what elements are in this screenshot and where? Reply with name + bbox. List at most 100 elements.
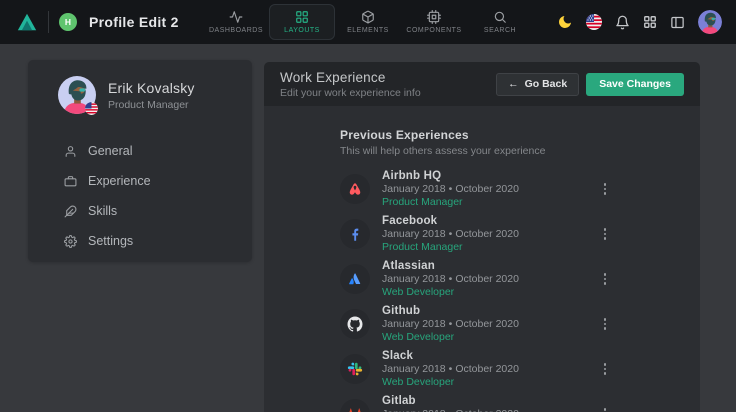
sidebar-item-general[interactable]: General — [28, 136, 252, 166]
app-window: H Profile Edit 2 DASHBOARDS LAYOUTS ELEM… — [0, 0, 736, 412]
end-date: October 2020 — [455, 363, 519, 375]
box-icon — [361, 10, 375, 24]
company-name: Slack — [382, 350, 600, 362]
experience-item-gitlab: Gitlab January 2018•October 2020 Web Dev… — [340, 395, 610, 412]
panel-actions: ← Go Back Save Changes — [496, 73, 684, 96]
sidebar-item-experience[interactable]: Experience — [28, 166, 252, 196]
nav-item-layouts[interactable]: LAYOUTS — [269, 4, 335, 40]
moon-icon — [557, 14, 573, 30]
experience-item-atlassian: Atlassian January 2018•October 2020 Web … — [340, 260, 610, 298]
experience-item-slack: Slack January 2018•October 2020 Web Deve… — [340, 350, 610, 388]
us-flag-icon — [85, 102, 98, 115]
start-date: January 2018 — [382, 183, 446, 195]
cpu-icon — [427, 10, 441, 24]
grid-icon — [295, 10, 309, 24]
experience-item-facebook: Facebook January 2018•October 2020 Produ… — [340, 215, 610, 253]
nav-label: SEARCH — [484, 27, 516, 34]
page-title: Profile Edit 2 — [89, 14, 179, 30]
avatar-illustration — [698, 10, 722, 34]
go-back-label: Go Back — [525, 78, 568, 90]
navbar: H Profile Edit 2 DASHBOARDS LAYOUTS ELEM… — [0, 0, 736, 44]
panel-body: Previous Experiences This will help othe… — [264, 106, 700, 412]
work-experience-panel: Work Experience Edit your work experienc… — [264, 62, 700, 412]
start-date: January 2018 — [382, 318, 446, 330]
experience-options-button[interactable] — [600, 314, 611, 334]
navbar-left: H Profile Edit 2 — [0, 11, 179, 33]
sidebar-toggle-icon — [670, 15, 685, 30]
date-separator: • — [449, 318, 453, 330]
panel-title: Work Experience — [280, 70, 421, 85]
experience-item-github: Github January 2018•October 2020 Web Dev… — [340, 305, 610, 343]
main-nav: DASHBOARDS LAYOUTS ELEMENTS COMPONENTS S… — [203, 0, 533, 44]
gear-icon — [64, 235, 77, 248]
experience-dates: January 2018•October 2020 — [382, 363, 600, 375]
theme-toggle-button[interactable] — [557, 14, 573, 30]
date-separator: • — [449, 183, 453, 195]
sidebar-item-skills[interactable]: Skills — [28, 196, 252, 226]
go-back-button[interactable]: ← Go Back — [496, 73, 579, 96]
github-logo — [340, 309, 370, 339]
sidebar-toggle-button[interactable] — [670, 15, 685, 30]
notifications-button[interactable] — [615, 15, 630, 30]
section-subtitle: This will help others assess your experi… — [340, 145, 700, 157]
experience-dates: January 2018•October 2020 — [382, 318, 600, 330]
language-flag-button[interactable] — [586, 14, 602, 30]
airbnb-logo — [340, 174, 370, 204]
brand-logo[interactable] — [16, 11, 38, 33]
end-date: October 2020 — [455, 408, 519, 412]
end-date: October 2020 — [455, 273, 519, 285]
bell-icon — [615, 15, 630, 30]
search-icon — [493, 10, 507, 24]
nav-item-elements[interactable]: ELEMENTS — [335, 2, 401, 42]
user-icon — [64, 145, 77, 158]
nav-item-components[interactable]: COMPONENTS — [401, 2, 467, 42]
feather-icon — [64, 205, 77, 218]
company-name: Airbnb HQ — [382, 170, 600, 182]
nav-label: LAYOUTS — [284, 27, 320, 34]
sidebar-item-settings[interactable]: Settings — [28, 226, 252, 256]
apps-grid-icon — [643, 15, 657, 29]
date-separator: • — [449, 363, 453, 375]
start-date: January 2018 — [382, 228, 446, 240]
sidebar-item-label: Experience — [88, 174, 151, 188]
nav-label: ELEMENTS — [347, 27, 389, 34]
nationality-flag-badge — [85, 102, 98, 115]
start-date: January 2018 — [382, 408, 446, 412]
experience-list: Airbnb HQ January 2018•October 2020 Prod… — [340, 170, 610, 412]
profile-name: Erik Kovalsky — [108, 80, 195, 96]
page-letter-badge: H — [59, 13, 77, 31]
apps-menu-button[interactable] — [643, 15, 657, 29]
arrow-left-icon: ← — [508, 78, 519, 90]
company-name: Atlassian — [382, 260, 600, 272]
experience-options-button[interactable] — [600, 404, 611, 412]
experience-options-button[interactable] — [600, 224, 611, 244]
company-name: Facebook — [382, 215, 600, 227]
experience-options-button[interactable] — [600, 179, 611, 199]
profile-sidebar: Erik Kovalsky Product Manager General Ex… — [28, 60, 252, 262]
panel-subtitle: Edit your work experience info — [280, 87, 421, 99]
sidebar-item-label: General — [88, 144, 132, 158]
experience-role: Web Developer — [382, 331, 600, 343]
panel-header-titles: Work Experience Edit your work experienc… — [280, 70, 421, 99]
experience-options-button[interactable] — [600, 359, 611, 379]
facebook-logo — [340, 219, 370, 249]
save-changes-button[interactable]: Save Changes — [586, 73, 684, 96]
nav-label: COMPONENTS — [406, 27, 461, 34]
navbar-right — [557, 0, 736, 44]
experience-item-airbnb: Airbnb HQ January 2018•October 2020 Prod… — [340, 170, 610, 208]
nav-item-search[interactable]: SEARCH — [467, 2, 533, 42]
panel-header: Work Experience Edit your work experienc… — [264, 62, 700, 106]
divider — [48, 11, 49, 33]
end-date: October 2020 — [455, 183, 519, 195]
experience-role: Product Manager — [382, 196, 600, 208]
nav-item-dashboards[interactable]: DASHBOARDS — [203, 2, 269, 42]
sidebar-item-label: Skills — [88, 204, 117, 218]
user-avatar[interactable] — [698, 10, 722, 34]
triangle-logo-icon — [16, 11, 38, 33]
experience-role: Web Developer — [382, 286, 600, 298]
experience-dates: January 2018•October 2020 — [382, 183, 600, 195]
date-separator: • — [449, 228, 453, 240]
experience-options-button[interactable] — [600, 269, 611, 289]
profile-summary: Erik Kovalsky Product Manager — [28, 60, 252, 114]
slack-logo — [340, 354, 370, 384]
